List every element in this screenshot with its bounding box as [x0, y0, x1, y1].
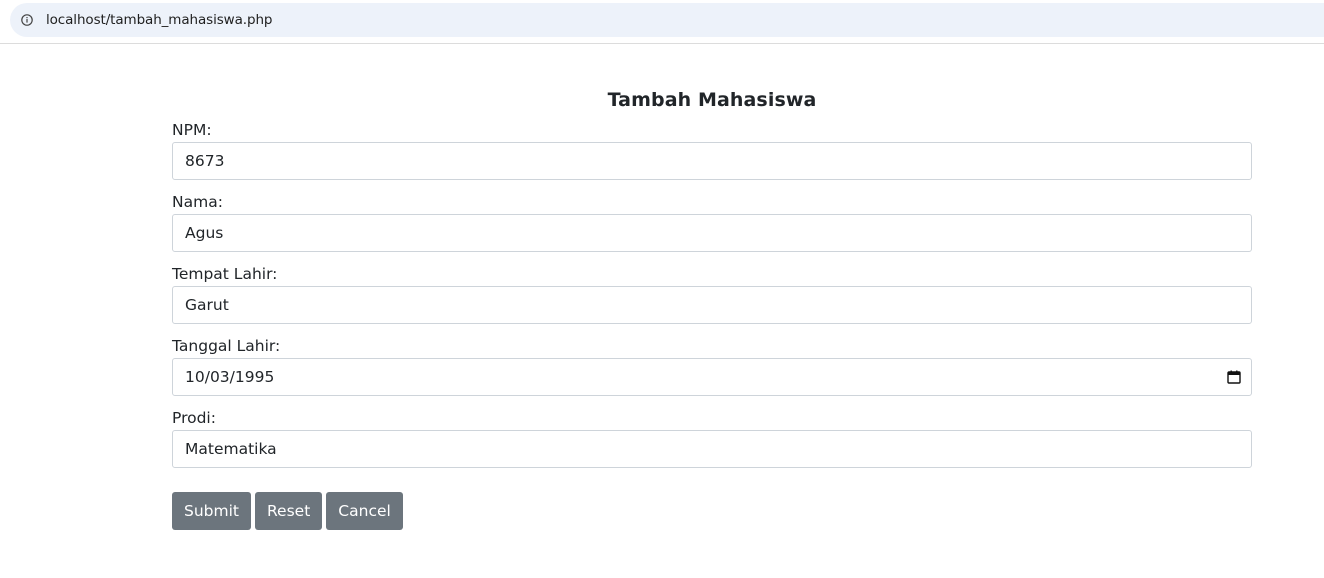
- url-text[interactable]: localhost/tambah_mahasiswa.php: [46, 12, 272, 28]
- npm-label: NPM:: [172, 121, 212, 139]
- form-container: Tambah Mahasiswa NPM: 8673 Nama: Agus Te…: [172, 84, 1252, 530]
- browser-divider: [0, 43, 1324, 44]
- tempat-lahir-label: Tempat Lahir:: [172, 265, 278, 283]
- prodi-label: Prodi:: [172, 409, 216, 427]
- info-icon[interactable]: [21, 14, 33, 26]
- nama-input[interactable]: Agus: [172, 214, 1252, 252]
- tanggal-lahir-value: 10/03/1995: [185, 368, 275, 386]
- submit-button[interactable]: Submit: [172, 492, 251, 530]
- prodi-input[interactable]: Matematika: [172, 430, 1252, 468]
- npm-input[interactable]: 8673: [172, 142, 1252, 180]
- tempat-lahir-value: Garut: [185, 296, 229, 314]
- nama-value: Agus: [185, 224, 224, 242]
- tanggal-lahir-label: Tanggal Lahir:: [172, 337, 281, 355]
- prodi-value: Matematika: [185, 440, 277, 458]
- calendar-icon[interactable]: [1227, 370, 1241, 384]
- address-bar[interactable]: localhost/tambah_mahasiswa.php: [10, 3, 1324, 37]
- cancel-button[interactable]: Cancel: [326, 492, 403, 530]
- tanggal-lahir-input[interactable]: 10/03/1995: [172, 358, 1252, 396]
- form-buttons: Submit Reset Cancel: [172, 492, 1252, 530]
- reset-button[interactable]: Reset: [254, 492, 323, 530]
- nama-label: Nama:: [172, 193, 223, 211]
- page-title: Tambah Mahasiswa: [607, 89, 817, 111]
- npm-value: 8673: [185, 152, 225, 170]
- tempat-lahir-input[interactable]: Garut: [172, 286, 1252, 324]
